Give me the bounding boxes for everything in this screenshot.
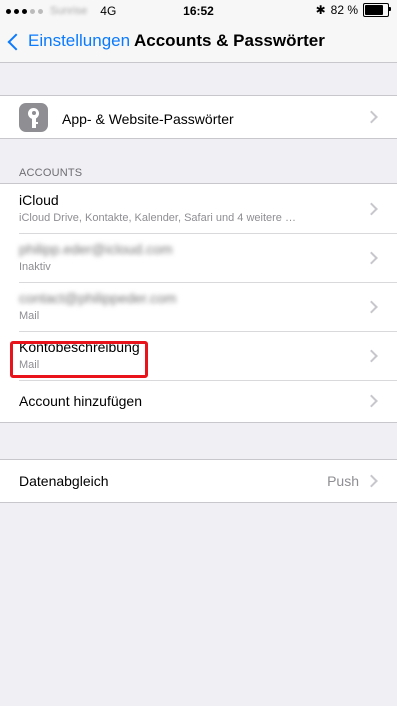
fetch-group: Datenabgleich Push (0, 459, 397, 503)
account-title: philipp.eder@icloud.com (19, 241, 173, 257)
chevron-right-icon (365, 110, 378, 124)
accounts-section-header: ACCOUNTS (19, 167, 83, 179)
account-row-kontobeschreibung[interactable]: Kontobeschreibung Mail (0, 331, 397, 380)
back-button[interactable]: Einstellungen (7, 31, 131, 51)
account-subtitle: iCloud Drive, Kontakte, Kalender, Safari… (19, 212, 296, 224)
chevron-right-icon (365, 202, 378, 215)
navigation-bar: Einstellungen Accounts & Passwörter (0, 22, 397, 63)
battery-percent: 82 % (330, 3, 358, 17)
fetch-label: Datenabgleich (19, 473, 109, 489)
account-row-contact-mail[interactable]: contact@philippeder.com Mail (0, 282, 397, 331)
account-title: iCloud (19, 192, 59, 208)
account-title: contact@philippeder.com (19, 290, 177, 306)
chevron-right-icon (365, 394, 378, 408)
account-row-icloud-mail[interactable]: philipp.eder@icloud.com Inaktiv (0, 233, 397, 282)
status-right: ✱ 82 % (315, 3, 391, 17)
accounts-group: iCloud iCloud Drive, Kontakte, Kalender,… (0, 183, 397, 423)
add-account-label: Account hinzufügen (19, 393, 142, 409)
chevron-right-icon (365, 251, 378, 264)
chevron-right-icon (365, 300, 378, 313)
account-title: Kontobeschreibung (19, 339, 140, 355)
battery-fill (365, 5, 384, 15)
account-subtitle: Inaktiv (19, 261, 51, 273)
account-subtitle: Mail (19, 359, 40, 371)
chevron-left-icon (7, 33, 25, 50)
passwords-group: App- & Website-Passwörter (0, 95, 397, 139)
account-subtitle: Mail (19, 310, 40, 322)
key-icon (19, 103, 48, 132)
account-row-icloud[interactable]: iCloud iCloud Drive, Kontakte, Kalender,… (0, 184, 397, 233)
bluetooth-icon: ✱ (315, 3, 326, 17)
add-account-row[interactable]: Account hinzufügen (0, 380, 397, 422)
chevron-right-icon (365, 349, 378, 362)
app-website-passwords-label: App- & Website-Passwörter (62, 111, 234, 127)
back-label: Einstellungen (28, 31, 131, 50)
chevron-right-icon (365, 474, 378, 488)
page-title: Accounts & Passwörter (134, 31, 325, 50)
status-bar: Sunrise 4G 16:52 ✱ 82 % (0, 0, 397, 22)
fetch-new-data-row[interactable]: Datenabgleich Push (0, 460, 397, 502)
settings-screen: Sunrise 4G 16:52 ✱ 82 % Einstellungen Ac… (0, 0, 397, 706)
battery-icon (363, 3, 391, 17)
app-website-passwords-row[interactable]: App- & Website-Passwörter (0, 96, 397, 138)
fetch-value: Push (327, 473, 359, 489)
